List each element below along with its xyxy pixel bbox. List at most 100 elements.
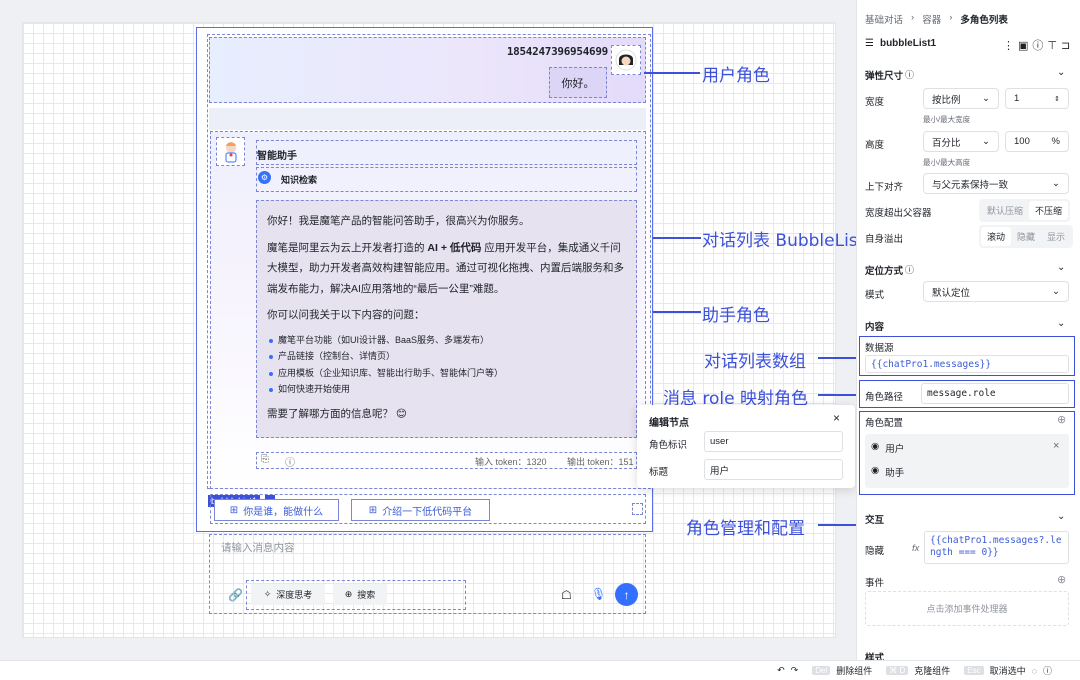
popup-label: 角色标识 [649,440,688,451]
align-label: 上下对齐 [865,182,904,193]
crumb[interactable]: 基础对话 [865,12,903,26]
annotation-line [644,72,700,74]
seg-option[interactable]: 不压缩 [1029,201,1069,220]
edit-node-popup: 编辑节点 × 角色标识 user 标题 用户 [637,405,855,488]
role-item[interactable]: ◉ 助手 [871,465,904,479]
hidden-expression[interactable]: {{chatPro1.messages?.length === 0}} [924,531,1069,564]
token-output: 输出 token：151 [567,457,634,467]
title-input[interactable]: 用户 [704,459,843,480]
suggestion-label: 介绍一下低代码平台 [382,506,473,518]
tool-label: 搜索 [357,590,376,600]
user-name: 1854247396954699 [506,45,608,58]
help-icon[interactable]: ⓘ [1043,664,1052,677]
assistant-message: 你好！我是魔笔产品的智能问答助手，很高兴为你服务。 魔笔是阿里云为云上开发者打造… [256,200,637,438]
annotation-bubblelist: 对话列表 BubbleList [702,231,865,251]
knowledge-retrieval[interactable]: 知识检索 [256,167,637,192]
input-placeholder: 请输入消息内容 [221,542,295,554]
copy-icon[interactable]: ⎘ [261,454,269,465]
mic-icon[interactable]: 🎙 [591,587,606,601]
deep-think-button[interactable]: ✧ 深度思考 [251,584,325,605]
robot-icon[interactable]: ☖ [561,588,572,602]
close-icon[interactable]: × [1053,440,1059,452]
role-item[interactable]: ◉ 用户 [871,441,904,455]
min-max-width[interactable]: 最小/最大宽度 [923,114,970,125]
chat-icon[interactable]: ◌ [1032,666,1037,676]
fx-icon[interactable]: fx [912,543,919,554]
search-button[interactable]: ⊕ 搜索 [333,584,387,605]
info-icon[interactable]: ⓘ [285,454,295,469]
chevron-down-icon: ⌄ [1052,178,1060,189]
stepper-icon[interactable]: ⇕ [1054,95,1060,103]
role-id-input[interactable]: user [704,431,843,452]
select-value: 按比例 [932,94,961,106]
section-flex: 弹性尺寸 [865,71,904,82]
help-icon[interactable]: ⓘ [905,263,914,276]
list-item: 应用模板（企业知识库、智能出行助手、智能体门户等） [267,365,626,382]
chevron-down-icon: ⌄ [982,93,990,104]
role-label: 助手 [885,468,905,479]
chevron-down-icon[interactable]: ⌄ [1057,67,1065,78]
suggestion-chip[interactable]: ⊞ 你是谁，能做什么 [214,499,339,521]
close-icon[interactable]: × [833,411,840,425]
chevron-down-icon[interactable]: ⌄ [1057,318,1065,329]
input-value: 1 [1014,93,1020,104]
overflow-label: 宽度超出父容器 [865,208,932,219]
chevron-down-icon: ⌄ [982,136,990,147]
height-mode-select[interactable]: 百分比 ⌄ [923,131,999,152]
help-icon[interactable]: ⓘ [905,68,914,81]
add-icon[interactable]: ⊕ [1057,573,1066,586]
datasource-input[interactable]: {{chatPro1.messages}} [865,355,1069,373]
cancel-action[interactable]: 取消选中 [990,664,1026,677]
hidden-label: 隐藏 [865,546,885,557]
self-overflow-toggle[interactable]: 滚动 隐藏 显示 [979,225,1074,248]
height-input[interactable]: 100% [1005,131,1069,152]
annotation-line [818,394,858,396]
role-config-label: 角色配置 [865,418,904,429]
role-path-input[interactable]: message.role [921,383,1069,404]
self-overflow-label: 自身溢出 [865,234,904,245]
delete-action[interactable]: 删除组件 [836,664,872,677]
eye-icon[interactable]: ◉ [871,441,879,455]
clone-action[interactable]: 克隆组件 [914,664,950,677]
sparkle-icon: ✧ [263,589,272,599]
link-icon[interactable]: 🔗 [228,588,243,602]
align-select[interactable]: 与父元素保持一致 ⌄ [923,173,1069,194]
msg-p1: 你好！我是魔笔产品的智能问答助手，很高兴为你服务。 [267,215,530,227]
msg-p2a: 魔笔是阿里云为云上开发者打造的 [267,241,428,254]
chevron-down-icon[interactable]: ⌄ [1057,262,1065,273]
msg-p3: 你可以问我关于以下内容的问题： [267,309,425,321]
assistant-avatar [216,137,245,166]
undo-icon[interactable]: ↶ [777,665,785,676]
section-interaction: 交互 [865,515,885,526]
toolbar-icons[interactable]: ⋮▣ⓘ⊤⊐ [1003,37,1074,53]
breadcrumb: 基础对话 › 容器 › 多角色列表 [865,12,1008,26]
suggestion-label: 你是谁，能做什么 [243,506,324,518]
eye-icon[interactable]: ◉ [871,465,879,479]
assistant-name: 智能助手 [256,140,637,165]
placeholder-slot [632,503,643,515]
min-max-height[interactable]: 最小/最大高度 [923,157,970,168]
role-label: 用户 [885,444,905,455]
seg-option[interactable]: 隐藏 [1011,227,1041,246]
select-value: 百分比 [932,137,961,149]
width-overflow-toggle[interactable]: 默认压缩 不压缩 [979,199,1071,222]
annotation-role-mgmt: 角色管理和配置 [686,519,805,539]
send-button[interactable]: ↑ [615,583,638,606]
redo-icon[interactable]: ↷ [791,665,799,676]
events-label: 事件 [865,578,885,589]
seg-option[interactable]: 显示 [1041,227,1071,246]
mode-label: 模式 [865,290,885,301]
mode-select[interactable]: 默认定位 ⌄ [923,281,1069,302]
seg-option[interactable]: 默认压缩 [981,201,1029,220]
add-event-button[interactable]: 点击添加事件处理器 [865,591,1069,626]
crumb[interactable]: 容器 [922,12,941,26]
add-icon[interactable]: ⊕ [1057,413,1066,426]
suggestion-chip[interactable]: ⊞ 介绍一下低代码平台 [351,499,490,521]
component-name: bubbleList1 [879,38,937,49]
chevron-down-icon[interactable]: ⌄ [1057,511,1065,522]
msg-list: 魔笔平台功能（如UI设计器、BaaS服务、多端发布） 产品链接（控制台、详情页）… [267,332,626,398]
seg-option[interactable]: 滚动 [981,227,1012,246]
width-mode-select[interactable]: 按比例 ⌄ [923,88,999,109]
unit: % [1051,136,1060,147]
width-input[interactable]: 1 ⇕ [1005,88,1069,109]
